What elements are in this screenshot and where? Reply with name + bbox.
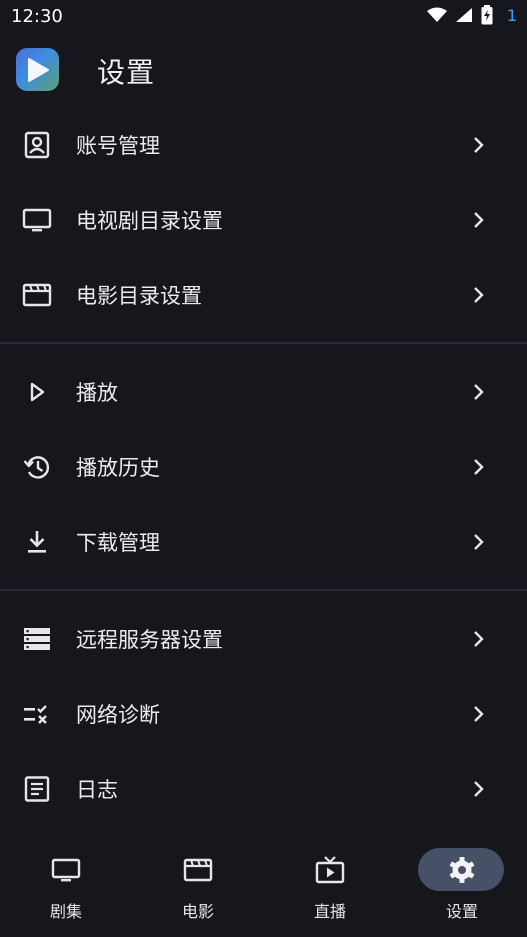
app-logo: [16, 48, 59, 91]
menu-item-label: 电影目录设置: [76, 284, 202, 308]
menu-item-label: 网络诊断: [76, 703, 160, 727]
chevron-right-icon: [474, 534, 484, 550]
play-logo-icon: [28, 58, 49, 82]
menu-item-label: 播放历史: [76, 456, 160, 480]
tv-icon: [22, 208, 52, 232]
chevron-right-icon: [474, 384, 484, 400]
menu-item-tv-directory[interactable]: 电视剧目录设置: [0, 184, 527, 256]
movie-icon: [22, 283, 52, 307]
signal-icon: [455, 8, 472, 22]
notification-count: 1: [506, 5, 517, 25]
menu-item-label: 日志: [76, 778, 118, 802]
chevron-right-icon: [474, 287, 484, 303]
menu-item-log[interactable]: 日志: [0, 753, 527, 825]
chevron-right-icon: [474, 631, 484, 647]
play-icon: [30, 382, 45, 402]
menu-item-network-diagnosis[interactable]: 网络诊断: [0, 678, 527, 750]
gear-icon: [449, 857, 475, 883]
app-header: 设置: [0, 40, 527, 100]
nav-tab-live[interactable]: 直播: [264, 838, 396, 937]
nav-tab-label: 直播: [313, 902, 346, 921]
tv-icon: [51, 858, 81, 882]
chevron-right-icon: [474, 781, 484, 797]
status-bar: 12:30 1: [0, 0, 527, 34]
nav-tab-settings[interactable]: 设置: [396, 838, 527, 937]
menu-item-download-manager[interactable]: 下载管理: [0, 506, 527, 578]
chevron-right-icon: [474, 137, 484, 153]
section-divider: [0, 342, 527, 344]
nav-tab-series[interactable]: 剧集: [0, 838, 132, 937]
menu-item-account[interactable]: 账号管理: [0, 109, 527, 181]
menu-item-label: 账号管理: [76, 134, 160, 158]
download-icon: [28, 531, 46, 553]
menu-item-remote-server[interactable]: 远程服务器设置: [0, 603, 527, 675]
wifi-icon: [426, 7, 447, 22]
history-icon: [23, 456, 50, 479]
nav-tab-movies[interactable]: 电影: [132, 838, 264, 937]
status-time: 12:30: [11, 6, 63, 27]
movie-icon: [183, 858, 213, 882]
nav-tab-label: 电影: [181, 902, 214, 921]
chevron-right-icon: [474, 212, 484, 228]
status-icons: 1: [426, 5, 517, 25]
menu-item-movie-directory[interactable]: 电影目录设置: [0, 259, 527, 331]
menu-item-label: 下载管理: [76, 531, 160, 555]
server-icon: [24, 628, 50, 650]
section-divider: [0, 589, 527, 591]
bottom-navigation: 剧集 电影 直播 设置: [0, 838, 527, 937]
page-title: 设置: [97, 56, 156, 89]
log-icon: [24, 776, 50, 802]
menu-item-label: 远程服务器设置: [76, 628, 223, 652]
nav-tab-label: 设置: [445, 902, 478, 921]
nav-tab-label: 剧集: [49, 902, 82, 921]
live-tv-icon: [315, 856, 345, 884]
battery-icon: [481, 5, 493, 25]
rule-icon: [24, 705, 47, 724]
chevron-right-icon: [474, 706, 484, 722]
menu-item-playback[interactable]: 播放: [0, 356, 527, 428]
menu-item-label: 播放: [76, 381, 118, 405]
menu-item-play-history[interactable]: 播放历史: [0, 431, 527, 503]
chevron-right-icon: [474, 459, 484, 475]
menu-item-label: 电视剧目录设置: [76, 209, 223, 233]
account-box-icon: [24, 131, 50, 159]
